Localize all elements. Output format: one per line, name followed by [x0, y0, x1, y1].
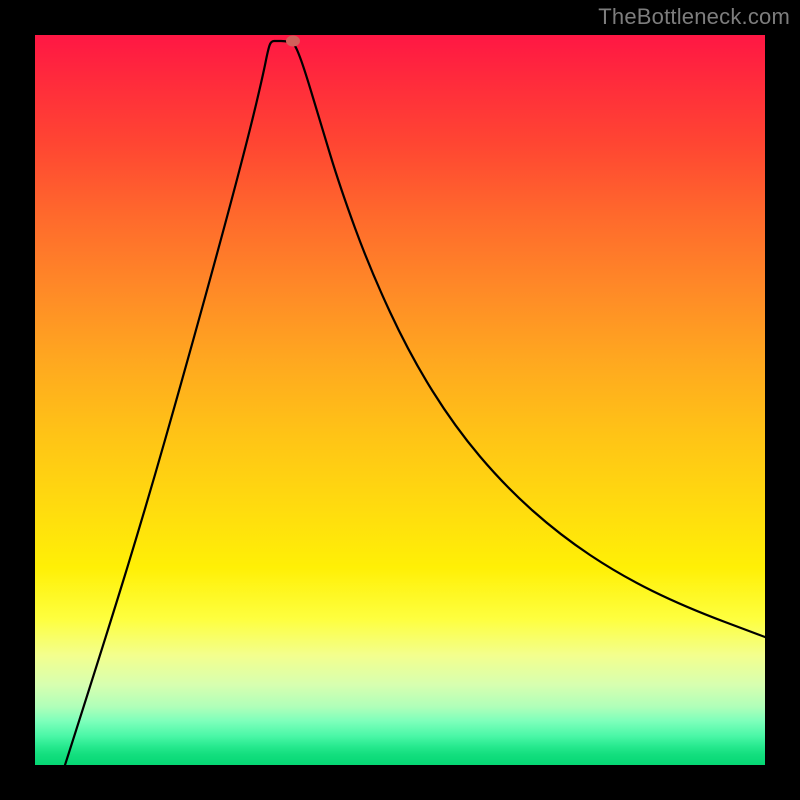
optimum-marker — [286, 36, 300, 47]
watermark-text: TheBottleneck.com — [598, 4, 790, 30]
chart-frame: TheBottleneck.com — [0, 0, 800, 800]
curve-svg — [35, 35, 765, 765]
bottleneck-curve — [65, 41, 765, 765]
plot-area — [35, 35, 765, 765]
